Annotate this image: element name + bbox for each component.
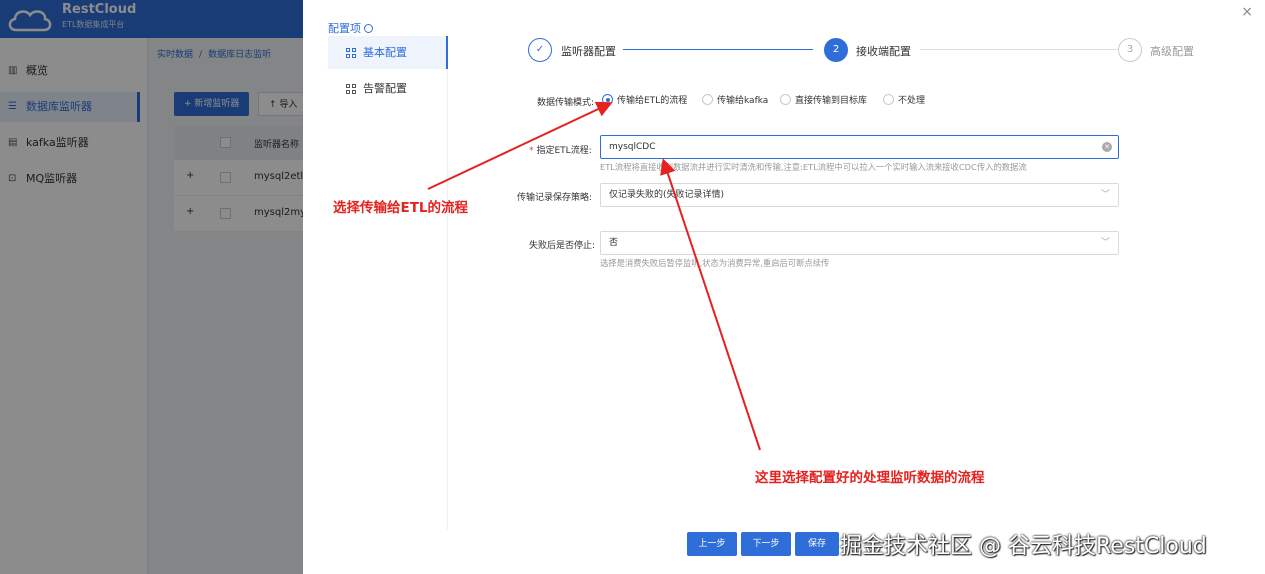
- annotation-text-2: 这里选择配置好的处理监听数据的流程: [755, 470, 985, 486]
- annotation-arrows: [427, 101, 761, 451]
- annotation-text-1: 选择传输给ETL的流程: [333, 200, 469, 216]
- annotation-arrow-2: [660, 158, 761, 451]
- watermark: 掘金技术社区 @ 谷云科技RestCloud: [840, 534, 1207, 559]
- annotation-arrow-1: [427, 101, 613, 190]
